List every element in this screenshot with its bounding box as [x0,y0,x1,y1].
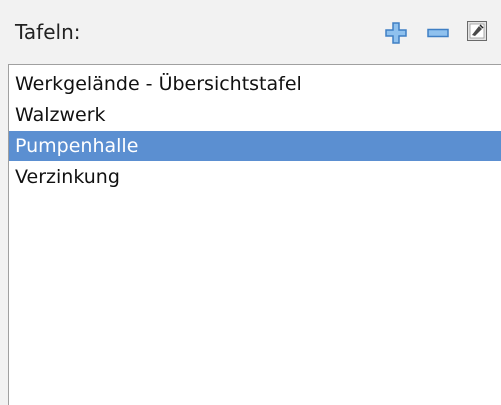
panel-header: Tafeln: [0,0,501,62]
list-item[interactable]: Verzinkung [9,162,501,192]
edit-button[interactable] [467,21,487,41]
list-item[interactable]: Pumpenhalle [9,131,501,161]
add-button[interactable] [385,22,407,44]
panel-label: Tafeln: [15,20,81,44]
plus-icon [385,22,407,44]
remove-button[interactable] [427,22,449,44]
list-item[interactable]: Walzwerk [9,100,501,130]
list-item[interactable]: Werkgelände - Übersichtstafel [9,69,501,99]
tafeln-panel: Tafeln: Werkgelände - Übersichtstafel Wal… [0,0,501,405]
minus-icon [427,28,449,38]
edit-icon [467,21,487,41]
tafeln-list[interactable]: Werkgelände - Übersichtstafel Walzwerk Pum… [8,64,501,405]
